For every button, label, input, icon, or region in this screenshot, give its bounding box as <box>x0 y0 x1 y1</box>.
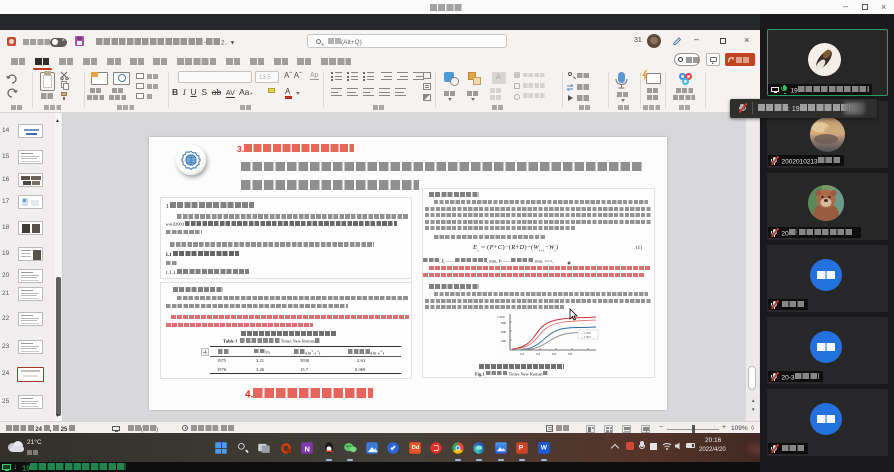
svg-text:0.2: 0.2 <box>520 352 525 356</box>
svg-text:0.4: 0.4 <box>536 352 541 356</box>
svg-text:800: 800 <box>501 321 506 325</box>
svg-text:— 2 000: — 2 000 <box>579 335 591 339</box>
svg-text:0.8: 0.8 <box>568 352 573 356</box>
svg-text:600: 600 <box>501 330 506 334</box>
svg-text:400: 400 <box>501 339 506 343</box>
svg-text:1 000: 1 000 <box>497 315 505 319</box>
svg-text:0.6: 0.6 <box>552 352 557 356</box>
